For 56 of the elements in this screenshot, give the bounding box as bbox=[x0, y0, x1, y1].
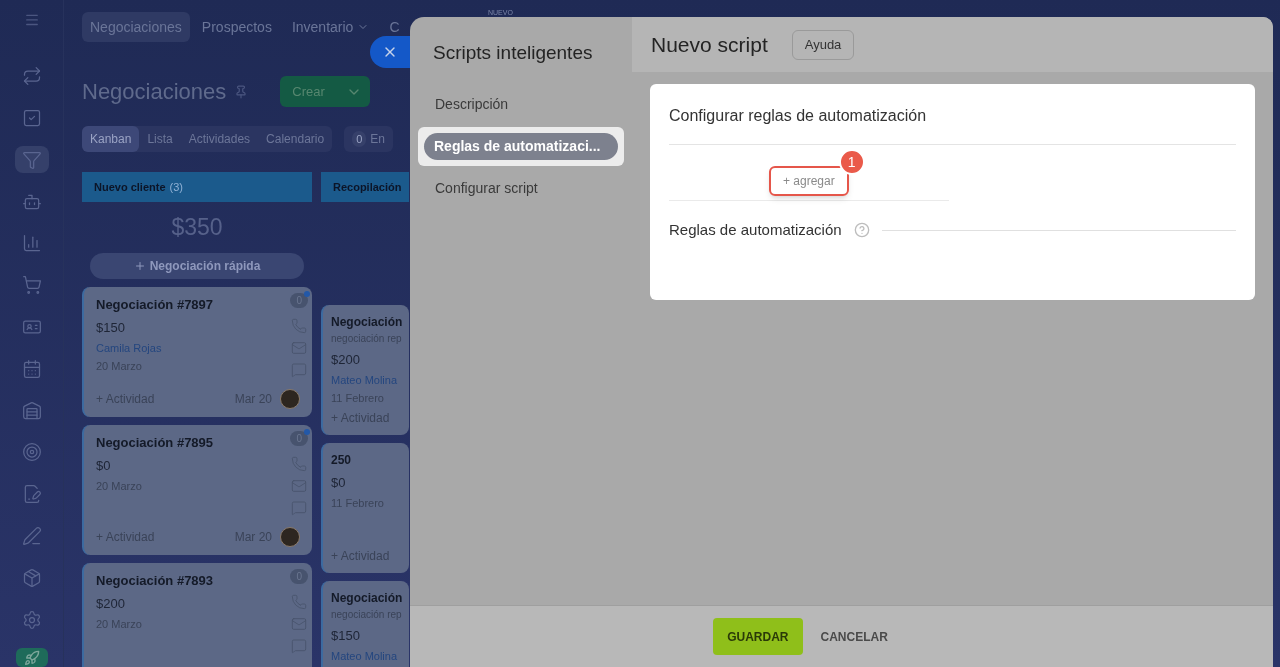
step-item[interactable]: Configurar script bbox=[435, 177, 607, 199]
view-tab[interactable]: Lista bbox=[139, 126, 181, 152]
counter-chip[interactable]: 0 En bbox=[344, 126, 393, 152]
nav-tab[interactable]: Prospectos bbox=[193, 12, 280, 42]
deal-title: Negociación #7897 bbox=[96, 295, 214, 314]
nav-tab[interactable]: Inventario bbox=[283, 12, 378, 42]
nav-tab[interactable]: C bbox=[381, 18, 400, 36]
page-title: Negociaciones bbox=[82, 78, 227, 106]
contact-link[interactable]: Mateo Molina bbox=[331, 371, 398, 388]
pin-icon[interactable] bbox=[234, 84, 249, 99]
column-count: (3) bbox=[169, 179, 183, 195]
nav-tab[interactable]: Negociaciones bbox=[82, 12, 190, 42]
help-icon[interactable] bbox=[853, 222, 870, 239]
close-button[interactable] bbox=[370, 36, 410, 68]
save-button[interactable]: GUARDAR bbox=[713, 618, 803, 655]
mail-icon[interactable] bbox=[291, 477, 308, 494]
deal-amount: $150 bbox=[331, 627, 360, 645]
deal-amount: $200 bbox=[331, 351, 360, 369]
mail-icon[interactable] bbox=[291, 615, 308, 632]
card-title: Configurar reglas de automatización bbox=[669, 106, 928, 126]
help-button[interactable]: Ayuda bbox=[791, 29, 855, 60]
panel-title: Scripts inteligentes bbox=[432, 41, 594, 65]
column-title: Recopilación bbox=[333, 179, 402, 195]
chat-icon[interactable] bbox=[291, 361, 308, 378]
script-title: Nuevo script bbox=[651, 31, 768, 58]
deal-title: Negociación bbox=[331, 590, 403, 607]
step-item[interactable]: Descripción bbox=[435, 93, 607, 115]
contact-link[interactable]: Mateo Molina bbox=[331, 647, 398, 664]
chat-icon[interactable] bbox=[291, 637, 308, 654]
deal-amount: $200 bbox=[96, 595, 125, 613]
rules-label: Reglas de automatización bbox=[669, 220, 842, 240]
deal-amount: $0 bbox=[96, 457, 111, 475]
deal-amount: $0 bbox=[331, 474, 346, 492]
deal-amount: $150 bbox=[96, 319, 125, 337]
deal-title: 250 bbox=[331, 452, 352, 469]
filter-icon[interactable] bbox=[14, 146, 49, 174]
chat-icon[interactable] bbox=[291, 499, 308, 516]
deal-title: Negociación #7895 bbox=[96, 433, 214, 452]
counter-label: En bbox=[370, 131, 385, 148]
quick-deal-button[interactable]: Negociación rápida bbox=[90, 252, 304, 279]
column-title: Nuevo cliente bbox=[94, 179, 166, 195]
cancel-button[interactable]: CANCELAR bbox=[818, 618, 890, 655]
plus-icon bbox=[133, 259, 146, 272]
avatar bbox=[280, 388, 300, 409]
counter-count: 0 bbox=[352, 130, 367, 148]
view-tab[interactable]: Actividades bbox=[180, 126, 259, 152]
step-item[interactable]: Reglas de automatizaci... bbox=[424, 132, 618, 160]
step-number-badge: 1 bbox=[838, 149, 865, 175]
create-button[interactable]: Crear bbox=[280, 76, 371, 107]
rocket-icon[interactable] bbox=[15, 648, 48, 667]
avatar bbox=[280, 526, 300, 547]
view-tab[interactable]: Calendario bbox=[258, 126, 333, 152]
deal-title: Negociación #7893 bbox=[96, 571, 214, 590]
view-tab[interactable]: Kanban bbox=[82, 126, 140, 152]
mail-icon[interactable] bbox=[291, 339, 308, 356]
deal-title: Negociación bbox=[331, 314, 403, 331]
